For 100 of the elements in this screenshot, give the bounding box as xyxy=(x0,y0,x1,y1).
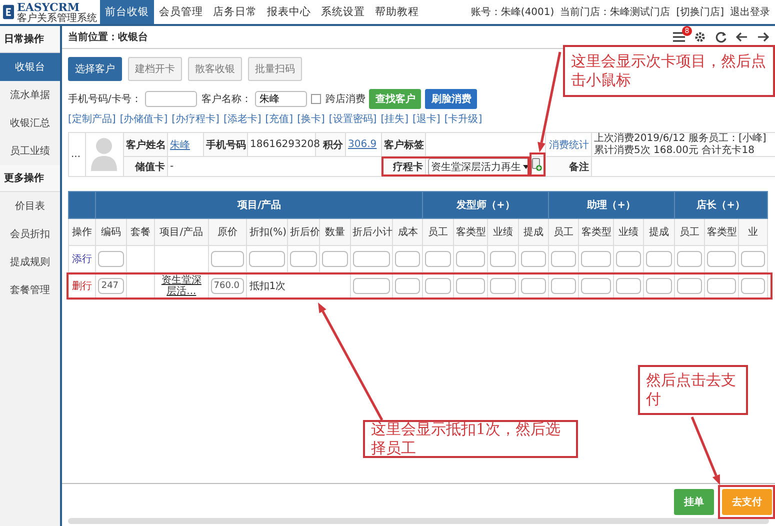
table-input[interactable] xyxy=(352,251,390,267)
table-input[interactable] xyxy=(706,251,736,267)
nav-tab[interactable]: 店务日常 xyxy=(208,0,262,24)
table-input[interactable] xyxy=(706,278,736,294)
table-input[interactable] xyxy=(741,278,765,294)
table-input[interactable] xyxy=(741,251,765,267)
table-input[interactable] xyxy=(322,251,348,267)
table-input[interactable] xyxy=(616,251,642,267)
column-header: 编码 xyxy=(96,218,126,246)
action-link[interactable]: [添老卡] xyxy=(223,112,262,126)
table-input[interactable] xyxy=(352,278,390,294)
column-header: 客类型 xyxy=(578,218,614,246)
sidebar-item[interactable]: 收银台 xyxy=(0,53,60,81)
table-input[interactable] xyxy=(520,278,546,294)
table-input[interactable] xyxy=(551,278,576,294)
column-group-header: 助理（+） xyxy=(548,192,674,218)
refresh-icon[interactable] xyxy=(715,31,727,43)
sidebar-item[interactable]: 流水单据 xyxy=(0,81,60,109)
sidebar-item[interactable]: 会员折扣 xyxy=(0,220,60,248)
action-link[interactable]: [卡升级] xyxy=(444,112,482,126)
table-input[interactable] xyxy=(676,251,702,267)
switch-store-link[interactable]: [切换门店] xyxy=(676,5,724,19)
table-input[interactable] xyxy=(490,278,516,294)
table-input[interactable] xyxy=(490,251,516,267)
table-input[interactable]: 247 xyxy=(98,278,124,294)
table-input[interactable] xyxy=(456,251,486,267)
sidebar-item[interactable]: 套餐管理 xyxy=(0,276,60,304)
nav-tab[interactable]: 前台收银 xyxy=(100,0,154,24)
table-input[interactable] xyxy=(395,251,420,267)
back-arrow-icon[interactable] xyxy=(736,32,748,42)
column-header: 业 xyxy=(738,218,768,246)
nav-tab[interactable]: 帮助教程 xyxy=(370,0,424,24)
column-header: 成本 xyxy=(392,218,423,246)
annotation-callout: 然后点击去支付 xyxy=(638,365,748,415)
table-input[interactable] xyxy=(581,278,611,294)
sidebar-section-title: 更多操作 xyxy=(0,165,60,192)
mode-button[interactable]: 批量扫码 xyxy=(248,57,302,81)
action-link[interactable]: [换卡] xyxy=(297,112,325,126)
selected-mode-button[interactable]: 选择客户 xyxy=(68,57,122,81)
settings-icon[interactable] xyxy=(694,31,706,43)
table-input[interactable] xyxy=(646,278,672,294)
checkbox[interactable] xyxy=(311,94,322,104)
table-input[interactable] xyxy=(425,251,451,267)
customer-name-field[interactable]: 朱峰 xyxy=(255,91,308,107)
table-input[interactable] xyxy=(551,251,576,267)
more-cell[interactable]: ... xyxy=(68,132,86,176)
table-input[interactable] xyxy=(98,251,124,267)
document-plus-icon[interactable] xyxy=(532,158,542,172)
column-header: 提成 xyxy=(518,218,549,246)
table-input[interactable] xyxy=(395,278,420,294)
table-input[interactable] xyxy=(646,251,672,267)
annotation-callout: 这里会显示抵扣1次，然后选择员工 xyxy=(363,420,578,458)
table-input[interactable] xyxy=(581,251,611,267)
mode-button[interactable]: 散客收银 xyxy=(188,57,242,81)
account-label: 账号：朱峰(4001) xyxy=(470,6,554,19)
action-link[interactable]: [设置密码] xyxy=(328,112,377,126)
horizontal-scrollbar[interactable] xyxy=(68,518,769,524)
table-input[interactable] xyxy=(616,278,642,294)
table-input[interactable] xyxy=(210,251,244,267)
nav-tab[interactable]: 报表中心 xyxy=(262,0,316,24)
menu-icon[interactable] xyxy=(673,32,685,42)
select-value: 资生堂深层活力再生 xyxy=(431,160,521,174)
action-link[interactable]: [退卡] xyxy=(412,112,440,126)
find-customer-button[interactable]: 查找客户 xyxy=(369,89,422,109)
action-link[interactable]: [办储值卡] xyxy=(120,112,168,126)
column-header: 折后价 xyxy=(287,218,320,246)
sidebar-item[interactable]: 收银汇总 xyxy=(0,109,60,137)
table-input[interactable] xyxy=(425,278,451,294)
action-link[interactable]: [挂失] xyxy=(380,112,408,126)
column-header: 客类型 xyxy=(704,218,739,246)
logout-link[interactable]: 退出登录 xyxy=(730,5,770,19)
mode-button[interactable]: 建档开卡 xyxy=(128,57,182,81)
table-input[interactable] xyxy=(290,251,318,267)
action-link[interactable]: [定制产品] xyxy=(68,112,116,126)
nav-tab[interactable]: 会员管理 xyxy=(154,0,208,24)
logo-icon xyxy=(3,3,14,21)
sidebar-item[interactable]: 价目表 xyxy=(0,192,60,220)
table-input[interactable]: 760.0 xyxy=(210,278,244,294)
column-header: 折后小计 xyxy=(350,218,393,246)
forward-arrow-icon[interactable] xyxy=(757,32,769,42)
action-link[interactable]: [办疗程卡] xyxy=(172,112,220,126)
field-label: 储值卡 xyxy=(124,156,168,176)
column-header: 折扣(%) xyxy=(246,218,288,246)
face-pay-button[interactable]: 刷脸消费 xyxy=(425,89,478,109)
action-link[interactable]: [充值] xyxy=(265,112,294,126)
sidebar-item[interactable]: 员工业绩 xyxy=(0,137,60,165)
column-header: 业绩 xyxy=(488,218,518,246)
phone-field[interactable] xyxy=(145,91,198,107)
annotation-callout: 这里会显示次卡项目，然后点击小鼠标 xyxy=(563,45,775,97)
customer-stats-text: 上次消费2019/6/12 服务员工：[小峰] 累计消费5次 168.00元 合计充卡18 xyxy=(592,132,775,156)
table-input[interactable] xyxy=(520,251,546,267)
sidebar-item[interactable]: 提成规则 xyxy=(0,248,60,276)
cross-store-label: 跨店消费 xyxy=(325,92,366,106)
store-label: 当前门店：朱峰测试门店 xyxy=(560,6,670,19)
hold-order-button[interactable]: 挂单 xyxy=(674,489,714,515)
phone-label: 手机号码/卡号： xyxy=(68,92,142,106)
table-input[interactable] xyxy=(676,278,702,294)
table-input[interactable] xyxy=(456,278,486,294)
nav-tab[interactable]: 系统设置 xyxy=(316,0,370,24)
table-input[interactable] xyxy=(249,251,285,267)
